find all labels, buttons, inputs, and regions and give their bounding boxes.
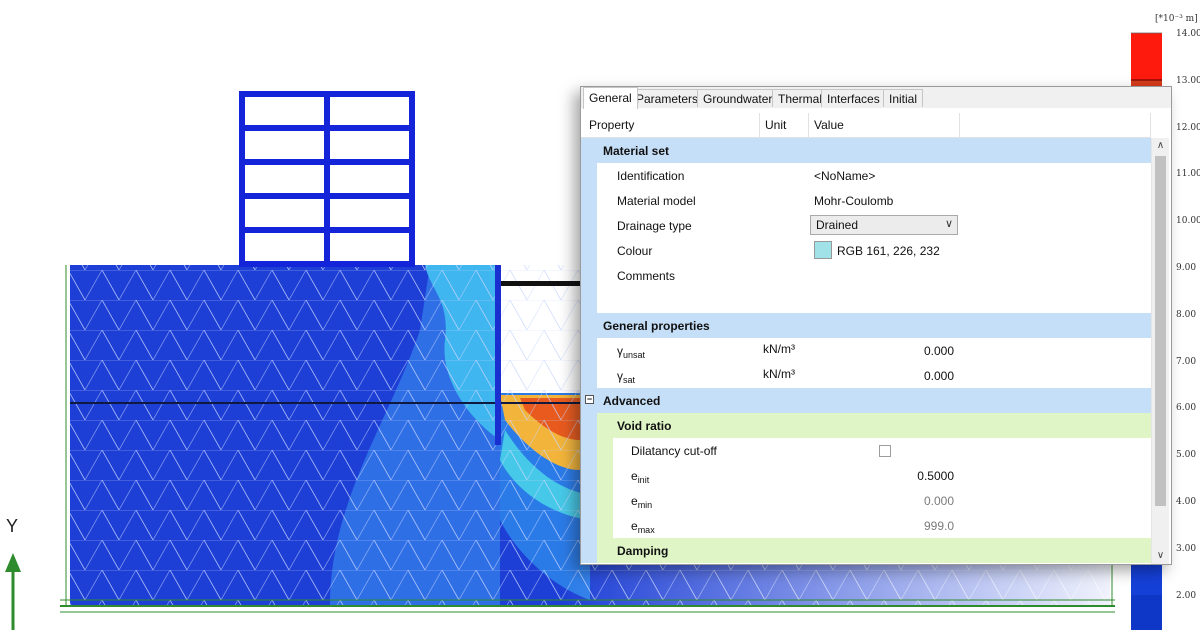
property-label: einit (631, 469, 650, 485)
property-label: γsat (617, 369, 636, 385)
property-label: emin (631, 494, 653, 510)
subsection-damping[interactable]: Damping (581, 538, 1151, 563)
tab-general[interactable]: General (583, 87, 638, 109)
chevron-down-icon: ∨ (944, 218, 953, 230)
identification-value[interactable]: <NoName> (814, 169, 875, 183)
property-row-drainage-type[interactable]: Drainage type Drained ∨ (581, 213, 1151, 238)
collapse-icon[interactable]: − (585, 395, 594, 404)
scroll-down-icon[interactable]: ∨ (1152, 548, 1169, 564)
legend-label: 11.00 (1176, 169, 1200, 179)
property-row-e-init[interactable]: einit 0.5000 (581, 463, 1151, 488)
legend-label: 7.00 (1176, 357, 1197, 367)
building-frame (239, 91, 415, 267)
gamma-sat-value[interactable]: 0.000 (924, 369, 954, 383)
legend-label: 9.00 (1176, 263, 1197, 273)
unit-label: kN/m³ (763, 367, 795, 381)
property-row-gamma-unsat[interactable]: γunsat kN/m³ 0.000 (581, 338, 1151, 363)
tab-parameters[interactable]: Parameters (630, 89, 705, 107)
legend-label: 14.00 (1176, 29, 1200, 39)
tab-interfaces[interactable]: Interfaces (821, 89, 886, 107)
legend-label: 2.00 (1176, 591, 1197, 601)
property-row-gamma-sat[interactable]: γsat kN/m³ 0.000 (581, 363, 1151, 388)
section-title: Advanced (603, 394, 661, 408)
section-title: General properties (603, 319, 710, 333)
section-general-properties[interactable]: General properties (581, 313, 1151, 338)
column-property[interactable]: Property (589, 118, 634, 132)
column-header: Property Unit Value (581, 113, 1151, 138)
column-value[interactable]: Value (814, 118, 844, 132)
property-row-colour[interactable]: Colour RGB 161, 226, 232 (581, 238, 1151, 263)
dilatancy-cutoff-checkbox[interactable] (879, 445, 891, 457)
property-label: Material model (617, 194, 696, 208)
material-set-dialog: General Parameters Groundwater Thermal I… (580, 86, 1172, 565)
section-advanced[interactable]: − Advanced (581, 388, 1151, 413)
section-title: Material set (603, 144, 670, 158)
tab-initial[interactable]: Initial (883, 89, 924, 107)
property-label: Comments (617, 269, 676, 283)
section-material-set[interactable]: Material set (581, 138, 1151, 163)
material-model-value[interactable]: Mohr-Coulomb (814, 194, 893, 208)
e-init-value[interactable]: 0.5000 (917, 469, 954, 483)
legend-label: 8.00 (1176, 310, 1197, 320)
legend-label: 5.00 (1176, 450, 1197, 460)
drainage-type-value: Drained (816, 218, 859, 232)
legend-label: 13.00 (1176, 76, 1200, 86)
property-label: Drainage type (617, 219, 692, 233)
gamma-unsat-value[interactable]: 0.000 (924, 344, 954, 358)
vertical-scrollbar[interactable]: ∧ ∨ (1151, 138, 1169, 564)
property-grid: Material set Identification <NoName> Mat… (581, 138, 1151, 564)
tab-groundwater[interactable]: Groundwater (697, 89, 779, 107)
legend-unit: [*10⁻³ m] (1155, 14, 1198, 24)
unit-label: kN/m³ (763, 342, 795, 356)
strut (501, 281, 583, 286)
tab-thermal[interactable]: Thermal (772, 89, 829, 107)
legend-label: 10.00 (1176, 216, 1200, 226)
e-min-value: 0.000 (923, 494, 954, 508)
property-row-e-min: emin 0.000 (581, 488, 1151, 513)
subsection-title: Void ratio (617, 419, 672, 433)
legend-label: 3.00 (1176, 544, 1197, 554)
colour-swatch[interactable] (814, 241, 832, 259)
y-axis-arrow (5, 553, 21, 630)
legend-label: 4.00 (1176, 497, 1197, 507)
retaining-wall (495, 265, 501, 445)
subsection-void-ratio[interactable]: Void ratio (581, 413, 1151, 438)
colour-value[interactable]: RGB 161, 226, 232 (837, 244, 940, 258)
property-row-dilatancy-cutoff[interactable]: Dilatancy cut-off (581, 438, 1151, 463)
scroll-thumb[interactable] (1155, 156, 1166, 506)
drainage-type-select[interactable]: Drained ∨ (810, 215, 958, 235)
y-axis-label: Y (6, 516, 19, 536)
property-row-material-model[interactable]: Material model Mohr-Coulomb (581, 188, 1151, 213)
scroll-up-icon[interactable]: ∧ (1152, 138, 1169, 154)
e-max-value: 999.0 (923, 519, 954, 533)
legend-label: 12.00 (1176, 123, 1200, 133)
tab-bar: General Parameters Groundwater Thermal I… (581, 87, 1171, 109)
property-label: emax (631, 519, 655, 535)
property-label: Colour (617, 244, 653, 258)
property-row-e-max: emax 999.0 (581, 513, 1151, 538)
property-row-comments[interactable]: Comments (581, 263, 1151, 313)
property-label: Identification (617, 169, 685, 183)
legend-label: 6.00 (1176, 403, 1197, 413)
property-label: Dilatancy cut-off (631, 444, 717, 458)
property-label: γunsat (617, 344, 646, 360)
property-row-identification[interactable]: Identification <NoName> (581, 163, 1151, 188)
subsection-title: Damping (617, 544, 669, 558)
column-unit[interactable]: Unit (765, 118, 786, 132)
